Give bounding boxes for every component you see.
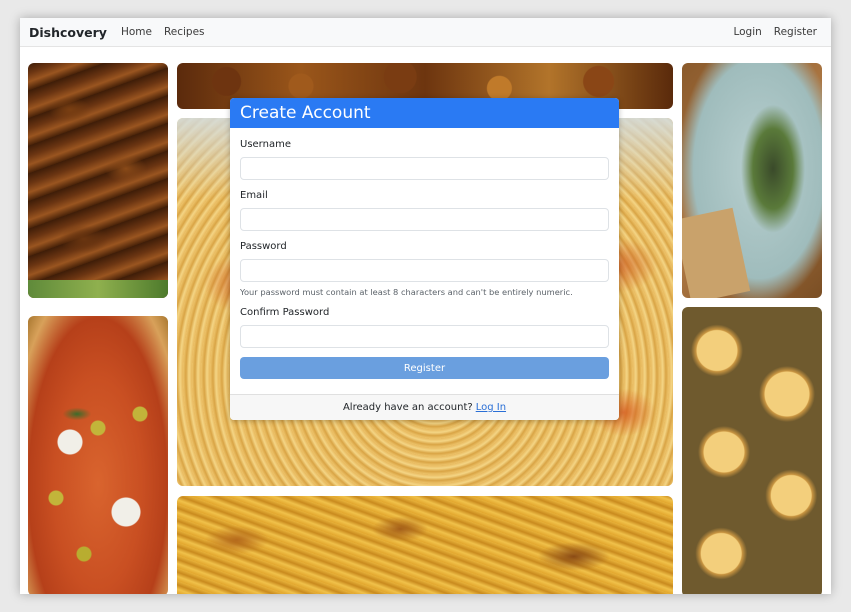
modal-title: Create Account (230, 98, 619, 128)
login-link[interactable]: Log In (476, 402, 506, 413)
password-label: Password (240, 241, 287, 252)
confirm-password-label: Confirm Password (240, 307, 330, 318)
password-input[interactable] (240, 259, 609, 282)
nav-link-register[interactable]: Register (774, 26, 817, 38)
food-image-tacos (682, 63, 822, 298)
username-label: Username (240, 139, 291, 150)
brand-logo[interactable]: Dishcovery (29, 25, 107, 40)
email-input[interactable] (240, 208, 609, 231)
username-input[interactable] (240, 157, 609, 180)
food-image-paella (177, 496, 673, 594)
email-label: Email (240, 190, 268, 201)
nav-link-login[interactable]: Login (733, 26, 761, 38)
browser-window: Dishcovery Home Recipes Login Register C… (20, 18, 831, 594)
create-account-modal: Create Account Username Email Password Y… (230, 98, 619, 420)
login-prompt-text: Already have an account? (342, 402, 473, 413)
confirm-password-input[interactable] (240, 325, 609, 348)
register-button[interactable]: Register (240, 357, 609, 379)
nav-link-recipes[interactable]: Recipes (164, 26, 205, 38)
navbar: Dishcovery Home Recipes Login Register (20, 18, 831, 47)
food-image-pani-puri (682, 307, 822, 594)
food-image-pizza (28, 316, 168, 594)
register-form: Username Email Password Your password mu… (230, 139, 619, 379)
food-image-skewers (28, 63, 168, 298)
nav-link-home[interactable]: Home (121, 26, 152, 38)
password-help-text: Your password must contain at least 8 ch… (240, 287, 573, 297)
nav-right: Login Register (721, 26, 817, 38)
modal-footer: Already have an account? Log In (230, 394, 619, 420)
